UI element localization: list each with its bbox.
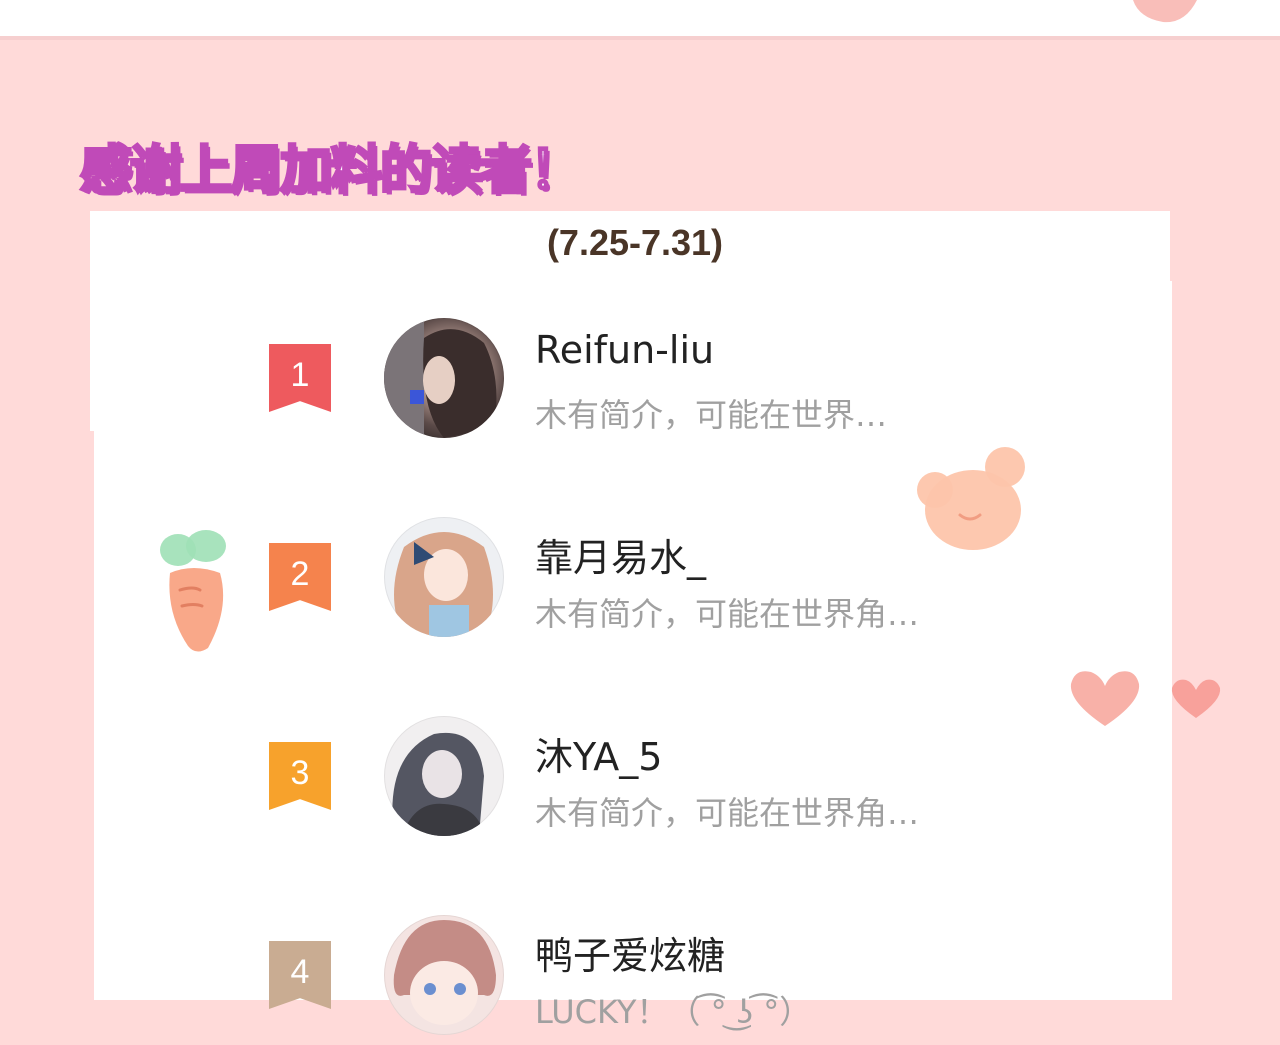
list-item[interactable]: 4 鸭子爱炫糖 LUCKY！（ ͡° ͜ʖ ͡°） xyxy=(0,915,1280,1045)
avatar-illustration-icon xyxy=(394,532,493,637)
pink-blob-icon xyxy=(1133,0,1197,23)
avatar[interactable] xyxy=(384,517,504,637)
reader-name: Reifun-liu xyxy=(535,328,715,372)
rank-number: 3 xyxy=(290,753,310,792)
date-range-text: (7.25-7.31) xyxy=(546,222,724,263)
reader-bio: 木有简介，可能在世界角… xyxy=(535,794,920,832)
avatar[interactable] xyxy=(384,716,504,836)
reader-name: 沐YA_5 xyxy=(535,735,663,779)
avatar-photo-icon xyxy=(384,318,497,438)
heart-icon xyxy=(1171,679,1221,718)
rank-badge: 1 xyxy=(269,344,331,412)
rank-badge: 2 xyxy=(269,543,331,611)
reader-name: 靠月易水_ xyxy=(535,536,707,580)
rank-number: 4 xyxy=(290,952,310,991)
top-strip-shadow xyxy=(0,36,1280,40)
avatar-illustration-icon xyxy=(393,920,496,1025)
rank-number: 2 xyxy=(290,554,310,593)
reader-bio: LUCKY！（ ͡° ͜ʖ ͡°） xyxy=(535,993,812,1031)
list-item[interactable]: 1 Reifun-liu 木有简介，可能在世界… xyxy=(0,318,1280,448)
rank-number: 1 xyxy=(290,355,310,394)
date-range: (7.25-7.31) xyxy=(0,222,1280,264)
reader-name: 鸭子爱炫糖 xyxy=(535,934,726,978)
reader-bio: 木有简介，可能在世界角… xyxy=(535,595,920,633)
rank-badge: 3 xyxy=(269,742,331,810)
bear-head-icon xyxy=(917,447,1025,550)
heart-icon xyxy=(1070,671,1140,726)
list-item[interactable]: 3 沐YA_5 木有简介，可能在世界角… xyxy=(0,716,1280,846)
reader-bio: 木有简介，可能在世界… xyxy=(535,396,888,434)
top-white-strip xyxy=(0,0,1280,36)
page-heading: 感谢上周加料的读者！ xyxy=(78,140,583,203)
carrot-icon xyxy=(160,530,226,652)
rank-badge: 4 xyxy=(269,941,331,1009)
avatar-illustration-icon xyxy=(392,732,484,836)
avatar[interactable] xyxy=(384,915,504,1035)
avatar[interactable] xyxy=(384,318,504,438)
